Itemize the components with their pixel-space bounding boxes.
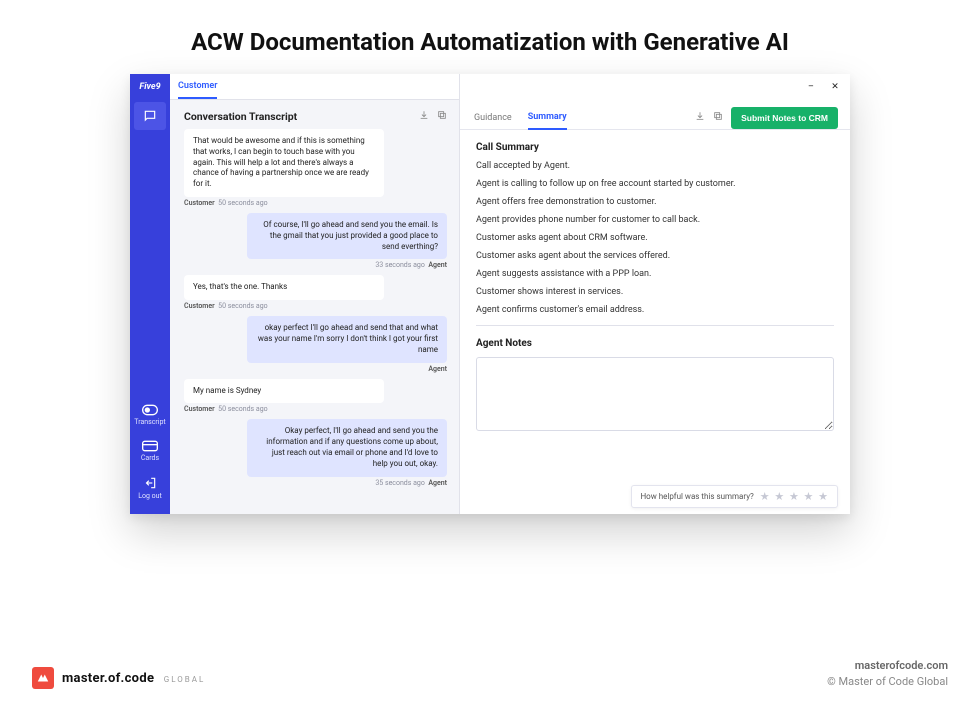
page-footer: master.of.code GLOBAL masterofcode.com ©…: [0, 658, 980, 689]
summary-body: Call Summary Call accepted by Agent. Agen…: [460, 130, 850, 514]
download-icon[interactable]: [695, 111, 705, 124]
message-customer: Yes, that's the one. Thanks Customer 50 s…: [184, 275, 447, 310]
submit-notes-button[interactable]: Submit Notes to CRM: [731, 107, 838, 129]
summary-line: Customer asks agent about CRM software.: [476, 233, 834, 243]
logo-text: Five9: [139, 82, 160, 92]
transcript-title: Conversation Transcript: [184, 110, 297, 123]
message-meta: Customer 50 seconds ago: [184, 405, 447, 413]
footer-brand-text: master.of.code: [62, 671, 154, 686]
moc-logo-icon: [32, 667, 54, 689]
message-agent: Of course, I'll go ahead and send you th…: [184, 213, 447, 269]
sidebar-item-transcript[interactable]: Transcript: [134, 404, 165, 426]
sidebar: Five9 Transcript Cards Log out: [130, 74, 170, 514]
call-summary-heading: Call Summary: [476, 142, 834, 153]
agent-notes-input[interactable]: [476, 357, 834, 431]
tab-customer[interactable]: Customer: [178, 75, 217, 99]
summary-line: Agent is calling to follow up on free ac…: [476, 179, 834, 189]
message-agent: Okay perfect, I'll go ahead and send you…: [184, 419, 447, 486]
rating-stars[interactable]: ★ ★ ★ ★ ★: [760, 490, 829, 503]
sidebar-item-label: Transcript: [134, 418, 165, 426]
summary-panel: – ✕ Guidance Summary Submit Notes to CRM…: [460, 74, 850, 514]
footer-site: masterofcode.com: [827, 658, 948, 673]
message-bubble: That would be awesome and if this is som…: [184, 129, 384, 197]
footer-brand-sub: GLOBAL: [164, 675, 206, 684]
five9-logo: Five9: [135, 78, 165, 96]
message-bubble: Okay perfect, I'll go ahead and send you…: [247, 419, 447, 476]
sidebar-item-logout[interactable]: Log out: [138, 476, 162, 500]
message-meta: Agent: [247, 365, 447, 373]
transcript-header: Conversation Transcript: [170, 100, 459, 129]
message-list: That would be awesome and if this is som…: [170, 129, 459, 514]
footer-copyright: © Master of Code Global: [827, 674, 948, 689]
header-row-left: Customer: [170, 74, 459, 100]
summary-line: Customer asks agent about the services o…: [476, 251, 834, 261]
divider: [476, 325, 834, 326]
rating-bar: How helpful was this summary? ★ ★ ★ ★ ★: [631, 485, 838, 508]
tab-guidance[interactable]: Guidance: [474, 107, 512, 129]
message-bubble: okay perfect I'll go ahead and send that…: [247, 316, 447, 362]
summary-line: Agent suggests assistance with a PPP loa…: [476, 269, 834, 279]
message-customer: My name is SydneyCustomer 50 seconds ago: [184, 379, 447, 414]
message-meta: Customer 50 seconds ago: [184, 302, 447, 310]
app-window: Five9 Transcript Cards Log out Customer …: [130, 74, 850, 514]
tab-summary[interactable]: Summary: [528, 106, 567, 130]
transcript-panel: Customer Conversation Transcript That wo…: [170, 74, 460, 514]
sidebar-item-cards[interactable]: Cards: [141, 440, 159, 462]
sidebar-item-label: Log out: [138, 492, 162, 500]
footer-brand-block: master.of.code GLOBAL: [32, 667, 205, 689]
summary-line: Call accepted by Agent.: [476, 161, 834, 171]
footer-brand: master.of.code GLOBAL: [62, 671, 205, 686]
window-controls: – ✕: [460, 74, 850, 100]
main-area: Customer Conversation Transcript That wo…: [170, 74, 850, 514]
rating-prompt: How helpful was this summary?: [640, 492, 753, 501]
message-agent: okay perfect I'll go ahead and send that…: [184, 316, 447, 372]
sidebar-item-label: Cards: [141, 454, 159, 462]
message-bubble: Yes, that's the one. Thanks: [184, 275, 384, 300]
minimize-button[interactable]: –: [804, 80, 818, 94]
download-icon[interactable]: [419, 110, 429, 123]
summary-line: Agent confirms customer's email address.: [476, 305, 834, 315]
message-meta: 35 seconds ago Agent: [247, 479, 447, 487]
agent-notes-heading: Agent Notes: [476, 338, 834, 349]
summary-line: Customer shows interest in services.: [476, 287, 834, 297]
message-customer: That would be awesome and if this is som…: [184, 129, 447, 207]
message-bubble: My name is Sydney: [184, 379, 384, 404]
summary-line: Agent provides phone number for customer…: [476, 215, 834, 225]
chat-icon[interactable]: [134, 102, 166, 130]
message-meta: 33 seconds ago Agent: [247, 261, 447, 269]
close-button[interactable]: ✕: [828, 80, 842, 94]
page-title: ACW Documentation Automatization with Ge…: [0, 28, 980, 56]
message-meta: Customer 50 seconds ago: [184, 199, 447, 207]
panel-tabs: Guidance Summary Submit Notes to CRM: [460, 100, 850, 130]
summary-line: Agent offers free demonstration to custo…: [476, 197, 834, 207]
copy-icon[interactable]: [713, 111, 723, 124]
message-bubble: Of course, I'll go ahead and send you th…: [247, 213, 447, 259]
copy-icon[interactable]: [437, 110, 447, 123]
